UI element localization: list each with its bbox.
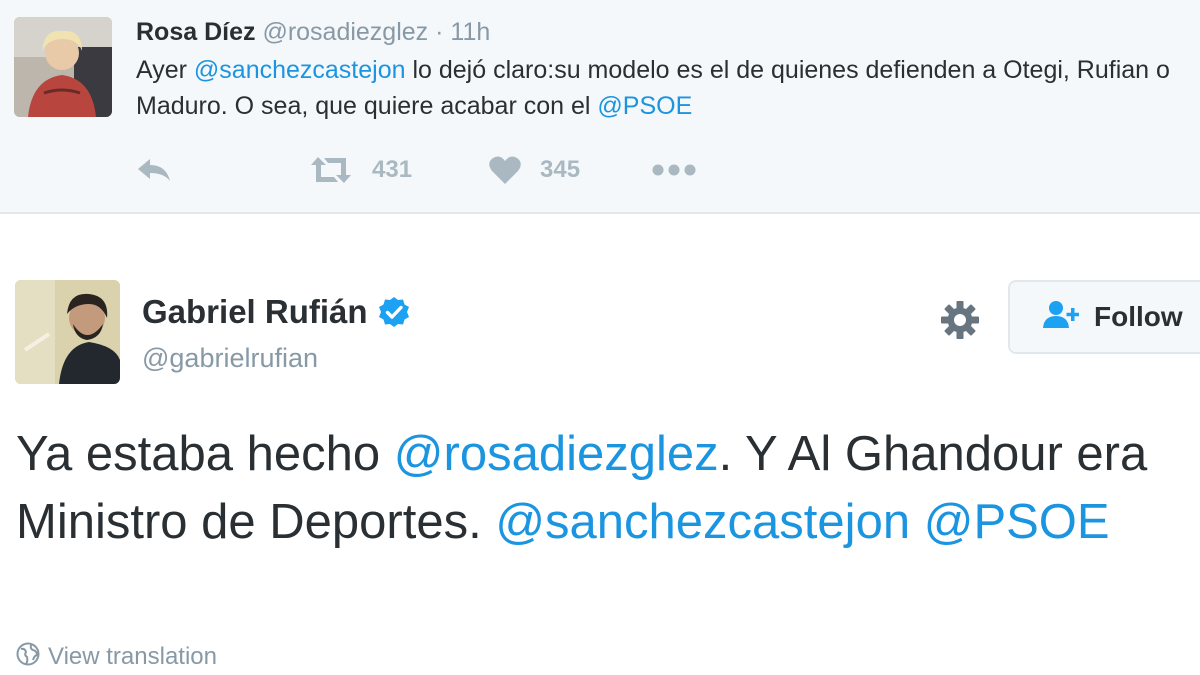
more-icon [652,164,696,176]
retweet-icon [308,155,354,185]
like-count: 345 [540,156,581,183]
globe-icon [16,642,48,673]
tweet-actions: 431 345 [136,150,736,190]
separator: · [435,18,444,46]
author-name[interactable]: Gabriel Rufián [142,292,368,332]
avatar[interactable] [14,17,112,117]
like-button[interactable]: 345 [488,150,580,190]
follow-label: Follow [1094,301,1183,332]
text-segment: Ya estaba hecho [16,427,394,481]
mention-link[interactable]: @sanchezcastejon [194,56,406,84]
heart-icon [488,155,522,185]
mention-link[interactable]: @rosadiezglez [394,427,719,481]
timestamp[interactable]: 11h [450,18,490,46]
follow-button[interactable]: Follow [1008,280,1200,354]
reply-icon [136,155,174,185]
avatar[interactable] [15,280,120,384]
mention-link[interactable]: @PSOE [597,92,692,120]
retweet-count: 431 [372,156,413,183]
more-button[interactable] [652,150,696,190]
mention-link[interactable]: @PSOE [924,495,1110,549]
add-user-icon [1042,299,1094,336]
author-handle[interactable]: @gabrielrufian [142,340,318,376]
author-name[interactable]: Rosa Díez [136,18,255,46]
replied-tweet: Rosa Díez @rosadiezglez · 11h Ayer @sanc… [0,0,1200,214]
retweet-button[interactable]: 431 [308,150,412,190]
author-name-row: Gabriel Rufián [142,292,410,332]
tweet-header: Rosa Díez @rosadiezglez · 11h [136,14,490,50]
author-handle[interactable]: @rosadiezglez [262,18,428,46]
view-translation-label: View translation [48,643,217,670]
tweet-text: Ya estaba hecho @rosadiezglez. Y Al Ghan… [16,420,1186,556]
view-translation-link[interactable]: View translation [16,640,217,674]
gear-icon[interactable] [940,300,980,340]
mention-link[interactable]: @sanchezcastejon [495,495,910,549]
tweet-text: Ayer @sanchezcastejon lo dejó claro:su m… [136,52,1186,124]
reply-button[interactable] [136,150,174,190]
text-segment [910,495,924,549]
text-segment: Ayer [136,56,194,84]
verified-icon [378,296,410,328]
